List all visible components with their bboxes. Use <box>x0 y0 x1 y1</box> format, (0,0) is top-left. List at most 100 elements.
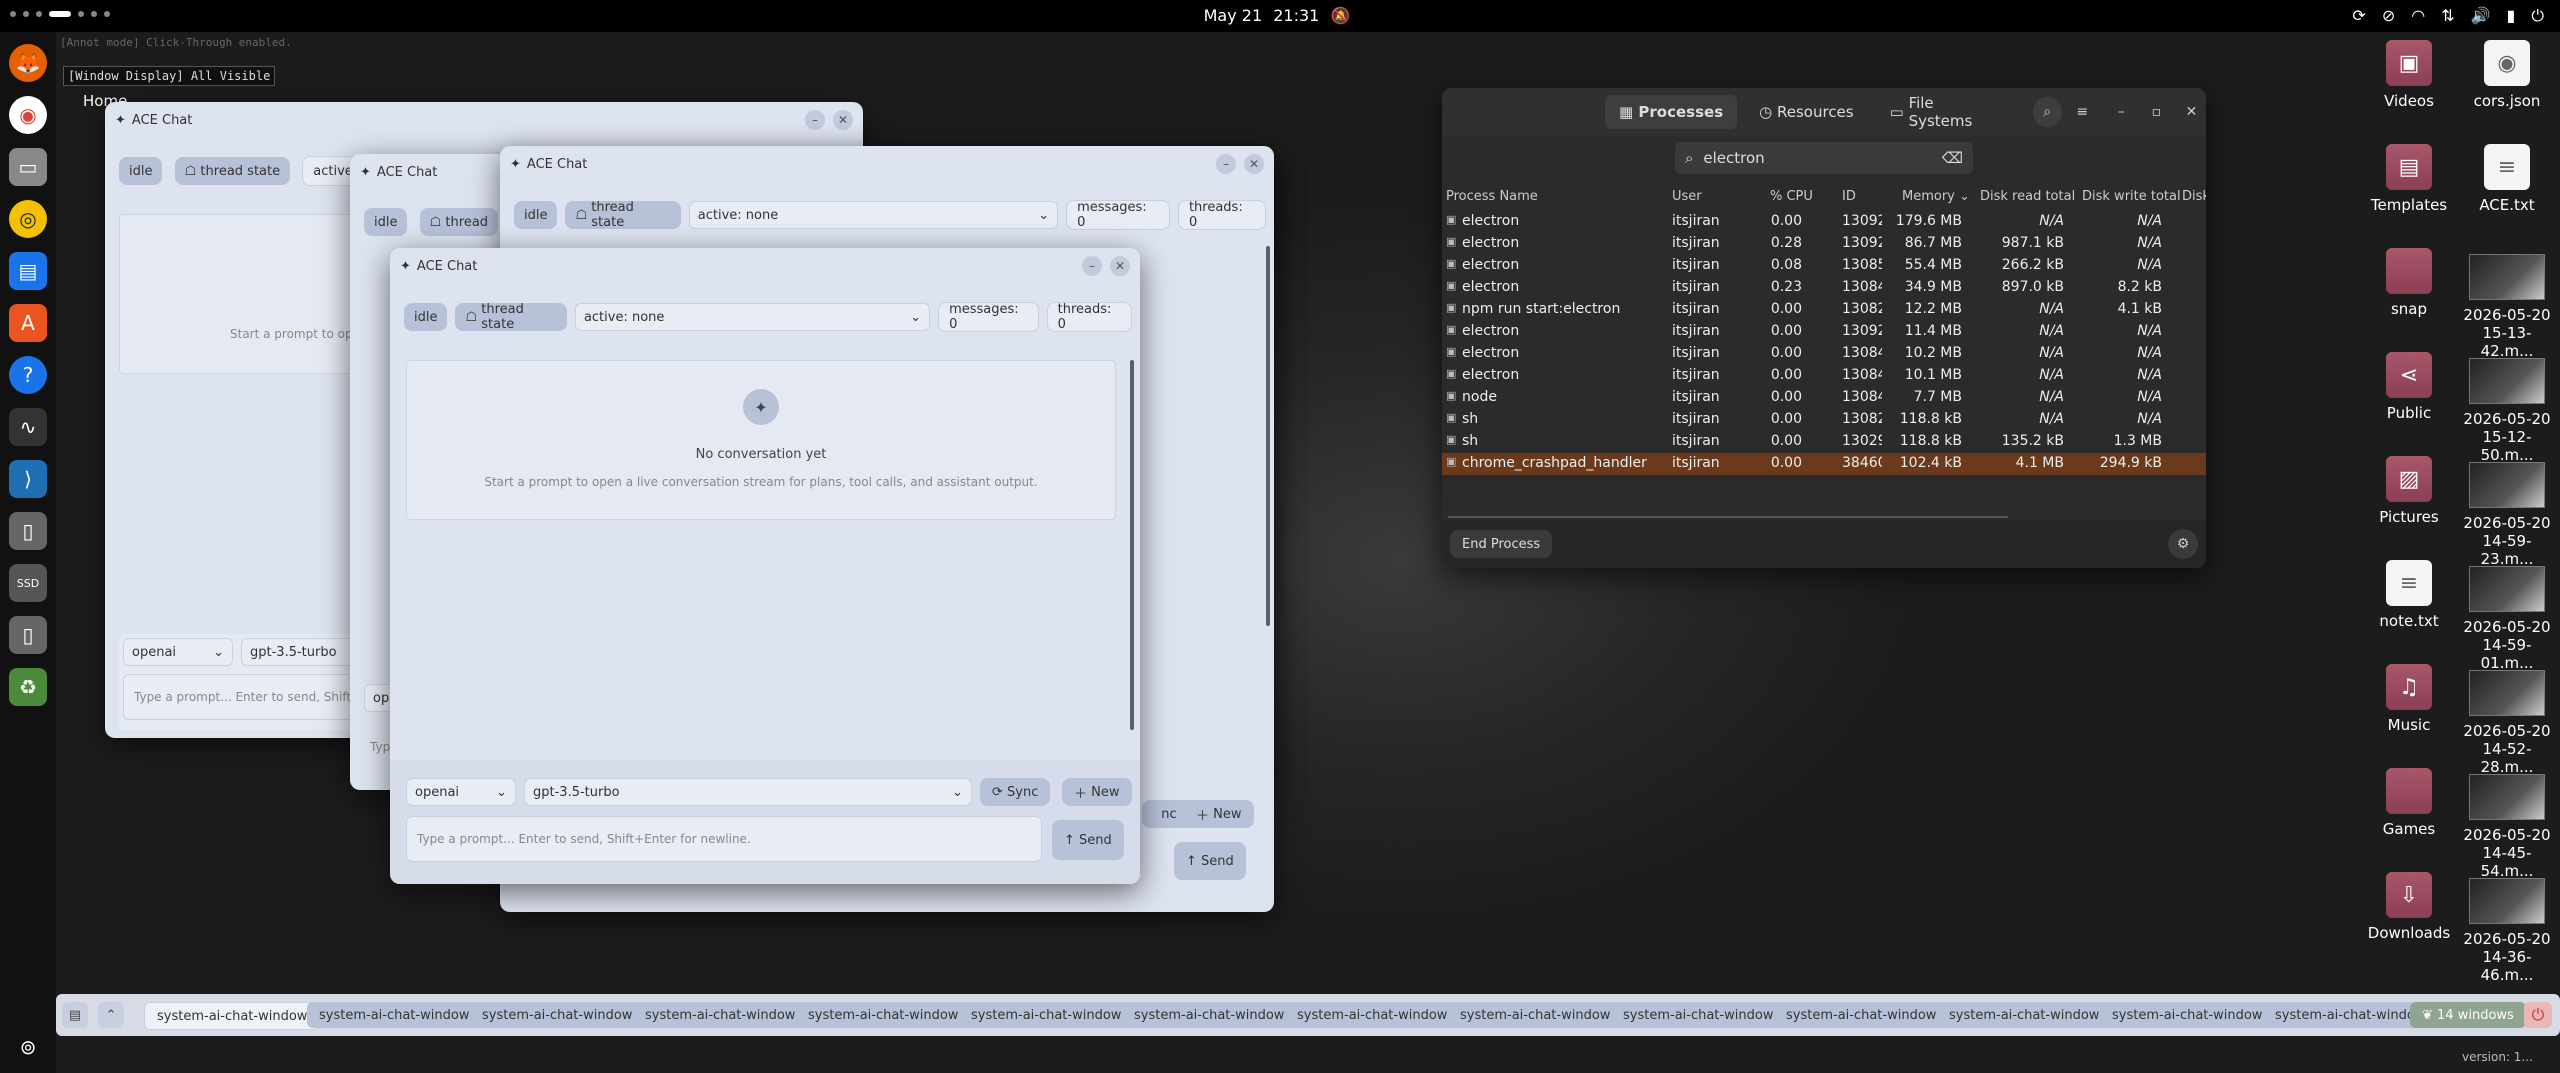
taskbar-window-item[interactable]: system-ai-chat-window <box>307 1002 482 1028</box>
col-disk[interactable]: Disk <box>2182 189 2206 204</box>
trash-icon[interactable]: ♻ <box>9 668 47 706</box>
desktop-item-video-1[interactable]: 2026-05-20 15-13-42.m... <box>2457 254 2557 360</box>
desktop-item-pictures[interactable]: ▨ Pictures <box>2359 456 2459 526</box>
taskbar-window-item[interactable]: system-ai-chat-window <box>796 1002 971 1028</box>
table-row[interactable]: ▣ electron itsjiran 0.28 1309282 86.7 MB 987.1… <box>1442 233 2206 255</box>
power-icon[interactable]: ⏻ <box>2524 1002 2552 1028</box>
taskbar-window-item[interactable]: system-ai-chat-window <box>470 1002 645 1028</box>
col-id[interactable]: ID <box>1842 189 1856 204</box>
table-row[interactable]: ▣ sh itsjiran 0.00 1302980 118.8 kB 135.2 kB 1.… <box>1442 431 2206 453</box>
settings-gear-icon[interactable]: ⚙ <box>2168 529 2198 559</box>
taskbar-window-item[interactable]: system-ai-chat-window <box>1774 1002 1949 1028</box>
battery-icon[interactable]: ▮ <box>2507 6 2516 26</box>
desktop-item-video-7[interactable]: 2026-05-20 14-36-46.m... <box>2457 878 2557 984</box>
firefox-icon[interactable]: 🦊 <box>9 44 47 82</box>
taskbar-window-item[interactable]: system-ai-chat-window <box>1937 1002 2112 1028</box>
taskbar-window-item[interactable]: system-ai-chat-window <box>959 1002 1134 1028</box>
table-row[interactable]: ▣ electron itsjiran 0.00 1308496 10.1 MB N/A N/… <box>1442 365 2206 387</box>
thread-state-button[interactable]: ☖ thread <box>419 208 499 236</box>
desktop-item-snap[interactable]: snap <box>2359 248 2459 318</box>
table-row[interactable]: ▣ node itsjiran 0.00 1308486 7.7 MB N/A N/A <box>1442 387 2206 409</box>
titlebar[interactable]: ✦ ACE Chat – ✕ <box>390 248 1140 284</box>
desktop-item-cors[interactable]: ◉ cors.json <box>2457 40 2557 110</box>
minimize-icon[interactable]: – <box>805 110 825 130</box>
volume-icon[interactable]: 🔊 <box>2471 6 2491 26</box>
prompt-input[interactable]: Typ <box>370 740 390 754</box>
send-button[interactable]: ↑ Send <box>1052 820 1124 860</box>
show-apps-icon[interactable]: ⊚ <box>9 1028 47 1066</box>
tab-resources[interactable]: ◷ Resources <box>1745 95 1867 129</box>
end-process-button[interactable]: End Process <box>1450 530 1553 558</box>
col-user[interactable]: User <box>1672 189 1702 204</box>
close-icon[interactable]: ✕ <box>1110 256 1130 276</box>
scrollbar[interactable] <box>1130 360 1134 730</box>
chevron-up-icon[interactable]: ⌃ <box>98 1002 124 1028</box>
writer-icon[interactable]: ▤ <box>9 252 47 290</box>
ssd-drive-icon[interactable]: SSD <box>9 564 47 602</box>
drive-icon-2[interactable]: ▯ <box>9 616 47 654</box>
close-icon[interactable]: ✕ <box>2177 97 2206 127</box>
taskbar-window-item[interactable]: system-ai-chat-window <box>1611 1002 1786 1028</box>
clear-icon[interactable]: ⌫ <box>1942 149 1963 167</box>
scrollbar[interactable] <box>1266 246 1270 626</box>
table-row[interactable]: ▣ npm run start:electron itsjiran 0.00 13082… <box>1442 299 2206 321</box>
taskbar-window-item[interactable]: system-ai-chat-window <box>1448 1002 1623 1028</box>
table-row[interactable]: ▣ electron itsjiran 0.23 1308493 34.9 MB 897.0… <box>1442 277 2206 299</box>
close-icon[interactable]: ✕ <box>833 110 853 130</box>
prompt-input[interactable]: Type a prompt... Enter to send, Shift+En… <box>406 816 1042 862</box>
desktop-item-public[interactable]: ⋖ Public <box>2359 352 2459 422</box>
active-select[interactable]: active: none ⌄ <box>688 201 1059 229</box>
tab-file-systems[interactable]: ▭ File Systems <box>1876 94 2013 130</box>
desktop-item-video-3[interactable]: 2026-05-20 14-59-23.m... <box>2457 462 2557 568</box>
recording-icon[interactable]: ⊘ <box>2382 6 2395 26</box>
minimize-icon[interactable]: – <box>2107 97 2136 127</box>
network-icon[interactable]: ⇅ <box>2441 6 2454 26</box>
minimize-icon[interactable]: – <box>1082 256 1102 276</box>
maximize-icon[interactable]: ▫ <box>2142 97 2171 127</box>
desktop-item-ace-txt[interactable]: ≡ ACE.txt <box>2457 144 2557 214</box>
col-disk-read[interactable]: Disk read total <box>1980 189 2075 204</box>
taskbar-window-item[interactable]: system-ai-chat-window <box>633 1002 808 1028</box>
windows-count-badge[interactable]: ❦ 14 windows <box>2410 1002 2526 1028</box>
taskbar-window-item[interactable]: system-ai-chat-window <box>1285 1002 1460 1028</box>
desktop-item-music[interactable]: ♫ Music <box>2359 664 2459 734</box>
rhythmbox-icon[interactable]: ◎ <box>9 200 47 238</box>
process-search-input[interactable]: ⌕ electron ⌫ <box>1675 142 1973 174</box>
system-tray[interactable]: ⟳ ⊘ ◠ ⇅ 🔊 ▮ ⏻ <box>2352 6 2544 26</box>
provider-select[interactable]: openai ⌄ <box>123 638 233 666</box>
desktop-item-templates[interactable]: ▤ Templates <box>2359 144 2459 214</box>
desktop-item-video-4[interactable]: 2026-05-20 14-59-01.m... <box>2457 566 2557 672</box>
thread-state-button[interactable]: ☖ thread state <box>565 200 681 230</box>
table-row[interactable]: ▣ electron itsjiran 0.00 1309294 179.6 MB N/A N… <box>1442 211 2206 233</box>
taskbar-window-item[interactable]: system-ai-chat-window <box>1122 1002 1297 1028</box>
new-button[interactable]: ＋ New <box>1184 800 1254 828</box>
table-row[interactable]: ▣ chrome_crashpad_handler itsjiran 0.00 3846… <box>1442 453 2206 475</box>
titlebar[interactable]: ✦ ACE Chat – ✕ <box>500 146 1274 182</box>
provider-select[interactable]: openai ⌄ <box>406 778 516 806</box>
table-row[interactable]: ▣ electron itsjiran 0.08 1308523 55.4 MB 266.2… <box>1442 255 2206 277</box>
sync-button[interactable]: ⟳ Sync <box>980 778 1051 806</box>
taskbar-window-item[interactable]: system-ai-chat-window <box>2100 1002 2275 1028</box>
app-center-icon[interactable]: A <box>9 304 47 342</box>
thread-state-button[interactable]: ☖ thread state <box>174 157 291 185</box>
col-cpu[interactable]: % CPU <box>1770 189 1813 204</box>
chat-icon[interactable]: ▤ <box>62 1002 88 1028</box>
horizontal-scrollbar[interactable] <box>1448 516 2008 518</box>
menu-icon[interactable]: ≡ <box>2068 97 2097 127</box>
search-icon[interactable]: ⌕ <box>2032 97 2062 127</box>
files-icon[interactable]: ▭ <box>9 148 47 186</box>
thread-state-button[interactable]: ☖ thread state <box>455 302 567 332</box>
titlebar[interactable]: ✦ ACE Chat – ✕ <box>105 102 863 138</box>
desktop-item-downloads[interactable]: ⇩ Downloads <box>2359 872 2459 942</box>
vscode-icon[interactable]: ⟩ <box>9 460 47 498</box>
system-monitor-icon[interactable]: ∿ <box>9 408 47 446</box>
wifi-icon[interactable]: ◠ <box>2411 6 2425 26</box>
new-button[interactable]: ＋ New <box>1062 778 1132 806</box>
send-button[interactable]: ↑ Send <box>1174 842 1246 880</box>
col-process-name[interactable]: Process Name <box>1446 189 1538 204</box>
model-select[interactable]: gpt-3.5-turbo ⌄ <box>524 778 972 806</box>
col-disk-write[interactable]: Disk write total <box>2082 189 2181 204</box>
desktop-item-note[interactable]: ≡ note.txt <box>2359 560 2459 630</box>
drive-icon[interactable]: ▯ <box>9 512 47 550</box>
taskbar-window-item[interactable]: system-ai-chat-window <box>144 1002 321 1030</box>
